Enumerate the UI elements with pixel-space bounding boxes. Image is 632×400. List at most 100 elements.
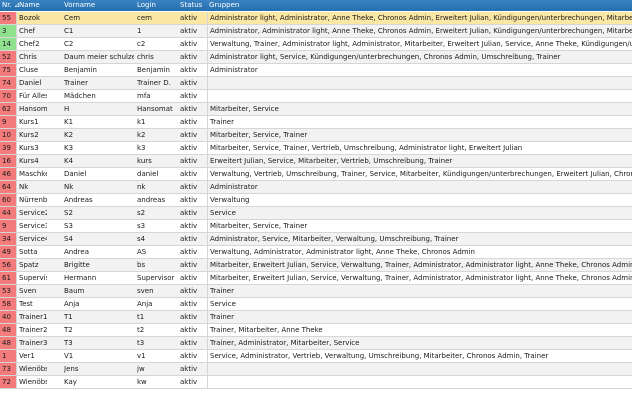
row-gruppen-cell — [207, 363, 632, 375]
table-row[interactable]: 44 Service2 S2 s2 aktiv Service — [0, 207, 632, 220]
row-login-cell: nk — [137, 183, 146, 191]
table-row[interactable]: 48 Trainer3 T3 t3 aktiv Trainer, Administrato… — [0, 337, 632, 350]
table-row[interactable]: 56 Spatz Brigitte bs aktiv Mitarbeiter, Erwei… — [0, 259, 632, 272]
row-name-cell: Trainer1 — [19, 313, 47, 321]
table-row[interactable]: 49 Sotta Andrea AS aktiv Verwaltung, Administ… — [0, 246, 632, 259]
column-header-vorname[interactable]: Vorname — [64, 0, 124, 11]
row-nr-cell: 9 — [0, 220, 17, 232]
column-header-status[interactable]: Status — [180, 0, 204, 11]
row-nr-cell: 64 — [0, 181, 17, 193]
table-row[interactable]: 74 Daniel Trainer Trainer D. aktiv — [0, 77, 632, 90]
row-name-cell: Cluse — [19, 66, 39, 74]
row-vorname-cell: S4 — [64, 235, 73, 243]
row-gruppen-cell: Trainer, Administrator, Mitarbeiter, Ser… — [207, 337, 632, 349]
table-row[interactable]: 1 Ver1 V1 v1 aktiv Service, Administrator, Ve… — [0, 350, 632, 363]
row-gruppen-cell: Mitarbeiter, Service, Trainer — [207, 220, 632, 232]
row-nr-cell: 34 — [0, 233, 17, 245]
row-vorname-cell: S2 — [64, 209, 73, 217]
table-row[interactable]: 72Wienöbst Kay kw aktiv — [0, 376, 632, 389]
row-name-cell: Daniel — [19, 79, 42, 87]
table-row[interactable]: 16 Kurs4 K4 kurs aktiv Erweitert Julian, Serv… — [0, 155, 632, 168]
row-vorname-cell: C2 — [64, 40, 74, 48]
column-header-nr[interactable]: Nr. ⊿ — [2, 0, 19, 11]
table-row[interactable]: 75 Cluse Benjamin Benjamin aktiv Administrato… — [0, 64, 632, 77]
row-status-cell: aktiv — [180, 79, 198, 87]
row-gruppen-cell: Mitarbeiter, Service, Trainer, Vertrieb,… — [207, 142, 632, 154]
table-row[interactable]: 73Wienöbst Jens jw aktiv — [0, 363, 632, 376]
table-row[interactable]: 9 Kurs1 K1 k1 aktiv Trainer — [0, 116, 632, 129]
row-name-cell: Trainer2 — [19, 326, 47, 334]
row-nr-cell: 3 — [0, 25, 17, 37]
row-name-cell: Kurs4 — [19, 157, 39, 165]
row-login-cell: chris — [137, 53, 154, 61]
table-row[interactable]: 58 Test Anja Anja aktiv Service — [0, 298, 632, 311]
row-vorname-cell: H — [64, 105, 70, 113]
table-row[interactable]: 34 Service4 S4 s4 aktiv Administrator, Servic… — [0, 233, 632, 246]
row-login-cell: k1 — [137, 118, 146, 126]
row-status-cell: aktiv — [180, 170, 198, 178]
table-row[interactable]: 10 Kurs2 K2 k2 aktiv Mitarbeiter, Service, Tr… — [0, 129, 632, 142]
row-login-cell: t1 — [137, 313, 145, 321]
row-login-cell: Anja — [137, 300, 153, 308]
row-login-cell: bs — [137, 261, 146, 269]
table-row[interactable]: 62HansomatHHansomataktivMitarbeiter, Ser… — [0, 103, 632, 116]
row-vorname-cell: T3 — [64, 339, 73, 347]
row-vorname-cell: Andrea — [64, 248, 89, 256]
row-status-cell: aktiv — [180, 66, 198, 74]
row-vorname-cell: Nk — [64, 183, 74, 191]
row-nr-cell: 48 — [0, 324, 17, 336]
row-name-cell: Chef2 — [19, 40, 40, 48]
row-nr-cell: 16 — [0, 155, 17, 167]
row-gruppen-cell: Mitarbeiter, Service, Trainer — [207, 129, 632, 141]
row-status-cell: aktiv — [180, 131, 198, 139]
row-gruppen-cell: Administrator light, Service, Kündigunge… — [207, 51, 632, 63]
row-nr-cell: 39 — [0, 142, 17, 154]
table-row[interactable]: 14 Chef2 C2 c2 aktiv Verwaltung, Trainer, Adm… — [0, 38, 632, 51]
row-gruppen-cell: Verwaltung, Administrator, Administrator… — [207, 246, 632, 258]
table-row[interactable]: 70 Für Alles Mädchen mfa aktiv — [0, 90, 632, 103]
row-status-cell: aktiv — [180, 209, 198, 217]
row-vorname-cell: C1 — [64, 27, 74, 35]
table-header: Nr. ⊿ Name Vorname Login Status Gruppen — [0, 0, 632, 11]
row-login-cell: Hansomat — [137, 105, 173, 113]
row-nr-cell: 62 — [0, 103, 17, 115]
row-gruppen-cell: Verwaltung, Vertrieb, Umschreibung, Trai… — [207, 168, 632, 180]
row-status-cell: aktiv — [180, 157, 198, 165]
table-row[interactable]: 3 Chef C1 1 aktiv Administrator, Administrato… — [0, 25, 632, 38]
row-status-cell: aktiv — [180, 144, 198, 152]
row-login-cell: v1 — [137, 352, 146, 360]
table-row[interactable]: 53 Sven Baum sven aktiv Trainer — [0, 285, 632, 298]
table-row[interactable]: 61SupervisorHermannSupervisoraktivMitarb… — [0, 272, 632, 285]
column-header-login[interactable]: Login — [137, 0, 177, 11]
row-vorname-cell: Kay — [64, 378, 77, 386]
row-name-cell: Kurs1 — [19, 118, 39, 126]
row-vorname-cell: Mädchen — [64, 92, 96, 100]
row-name-cell: Spatz — [19, 261, 39, 269]
table-row[interactable]: 60Nürrenberg Andreas andreas aktiv Verwaltun… — [0, 194, 632, 207]
row-vorname-cell: Hermann — [64, 274, 97, 282]
table-row[interactable]: 52 Chris Daum meier schulze chris aktiv Admin… — [0, 51, 632, 64]
table-row[interactable]: 9 Service3 S3 s3 aktiv Mitarbeiter, Service, … — [0, 220, 632, 233]
column-header-gruppen[interactable]: Gruppen — [209, 0, 309, 11]
row-login-cell: Benjamin — [137, 66, 170, 74]
table-row[interactable]: 40 Trainer1 T1 t1 aktiv Trainer — [0, 311, 632, 324]
row-login-cell: kurs — [137, 157, 152, 165]
row-gruppen-cell: Trainer — [207, 116, 632, 128]
row-vorname-cell: V1 — [64, 352, 74, 360]
table-row[interactable]: 48 Trainer2 T2 t2 aktiv Trainer, Mitarbeiter,… — [0, 324, 632, 337]
row-name-cell: Kurs3 — [19, 144, 39, 152]
table-row[interactable]: 55 Bozok Cem cem aktiv Administrator light, A… — [0, 12, 632, 25]
row-gruppen-cell: Trainer — [207, 311, 632, 323]
table-row[interactable]: 46 Maschke Daniel daniel aktiv Verwaltung, Ve… — [0, 168, 632, 181]
table-row[interactable]: 64 Nk Nk nk aktiv Administrator — [0, 181, 632, 194]
table-row[interactable]: 39 Kurs3 K3 k3 aktiv Mitarbeiter, Service, Tr… — [0, 142, 632, 155]
row-nr-cell: 60 — [0, 194, 17, 206]
row-name-cell: Kurs2 — [19, 131, 39, 139]
row-name-cell: Sotta — [19, 248, 38, 256]
row-login-cell: k3 — [137, 144, 146, 152]
row-gruppen-cell: Mitarbeiter, Service — [207, 103, 632, 115]
row-name-cell: Bozok — [19, 14, 41, 22]
row-nr-cell: 14 — [0, 38, 17, 50]
column-header-name[interactable]: Name — [19, 0, 59, 11]
row-gruppen-cell: Service — [207, 298, 632, 310]
